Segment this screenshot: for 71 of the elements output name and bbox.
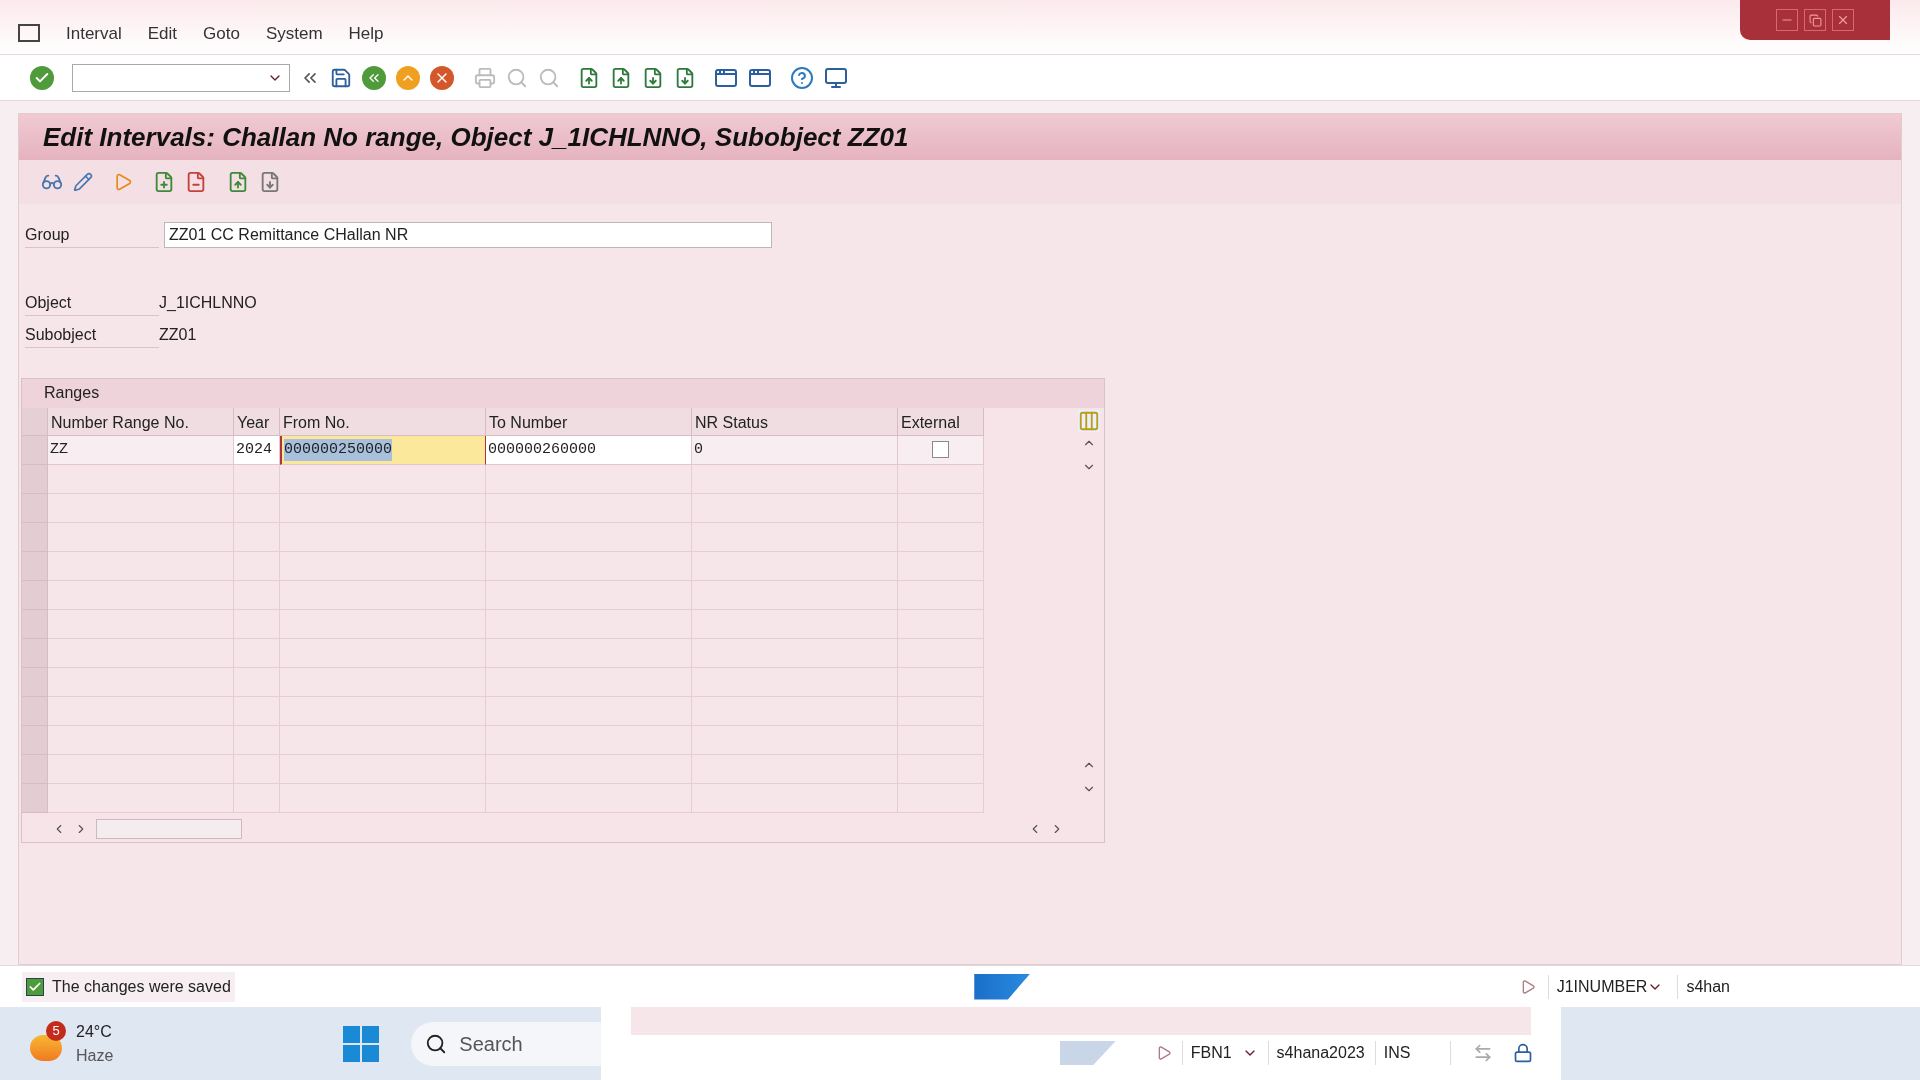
transfer-icon[interactable] xyxy=(113,172,133,192)
menu-item[interactable]: Help xyxy=(348,20,384,46)
transaction-code[interactable]: FBN1 xyxy=(1181,1041,1232,1065)
field-value: J_1ICHLNNO xyxy=(159,293,257,313)
column-header[interactable]: To Number xyxy=(486,407,692,436)
cancel-icon[interactable] xyxy=(430,65,454,90)
page-title: Edit Intervals: Challan No range, Object J_1ICHLNNO, Subobject ZZ01 xyxy=(43,120,909,154)
field-value: ZZ01 xyxy=(159,325,197,345)
system-name: s4hana2023 xyxy=(1267,1041,1365,1065)
column-header[interactable]: From No. xyxy=(280,407,486,436)
table-cell: 0 xyxy=(692,435,898,465)
logo-icon xyxy=(1059,1041,1116,1065)
menu-item[interactable]: Goto xyxy=(203,20,240,46)
search-icon xyxy=(425,1032,448,1055)
close-button[interactable] xyxy=(1832,9,1854,31)
close-icon xyxy=(1836,13,1850,27)
next-page-icon[interactable] xyxy=(642,66,664,89)
column-header[interactable]: Year xyxy=(234,407,280,436)
help-icon[interactable] xyxy=(790,65,814,90)
input-mode: INS xyxy=(1374,1041,1452,1065)
field-label: Group xyxy=(25,222,159,248)
weather-condition: Haze xyxy=(76,1045,114,1066)
save-icon[interactable] xyxy=(330,66,352,89)
deselect-all-icon[interactable] xyxy=(259,171,281,193)
command-field[interactable] xyxy=(72,63,290,92)
column-header[interactable]: NR Status xyxy=(692,407,898,436)
table-input-field[interactable]: 000000260000 xyxy=(486,435,692,465)
system-name: s4han xyxy=(1677,974,1730,999)
find-icon[interactable] xyxy=(506,66,528,89)
table-input-field[interactable]: 000000250000 xyxy=(280,435,486,465)
menu-item[interactable]: Edit xyxy=(147,20,178,46)
temperature: 24°C xyxy=(76,1021,113,1042)
weather-icon[interactable] xyxy=(30,1034,62,1061)
column-header[interactable]: Number Range No. xyxy=(48,407,234,436)
success-icon xyxy=(26,977,44,996)
insert-row-icon[interactable] xyxy=(153,171,175,193)
transaction-code[interactable]: J1INUMBER xyxy=(1547,974,1648,999)
checkbox[interactable] xyxy=(932,441,949,459)
lock-icon[interactable] xyxy=(1513,1043,1534,1063)
column-settings-icon[interactable] xyxy=(1078,409,1100,432)
confirm-icon[interactable] xyxy=(30,65,54,90)
menu-item[interactable]: Interval xyxy=(66,20,122,46)
print-icon[interactable] xyxy=(474,66,496,89)
menu-item[interactable]: System xyxy=(265,20,323,46)
layout-icon[interactable] xyxy=(824,65,848,90)
status-message: The changes were saved xyxy=(52,976,231,997)
column-header[interactable]: External xyxy=(898,407,984,436)
edit-icon[interactable] xyxy=(73,172,93,192)
scrollbar-thumb[interactable] xyxy=(96,819,242,840)
group-input-field[interactable]: ZZ01 CC Remittance CHallan NR xyxy=(164,222,772,248)
exit-icon[interactable] xyxy=(396,65,420,90)
previous-page-icon[interactable] xyxy=(610,66,632,89)
field-label: Subobject xyxy=(25,322,159,348)
table-cell: ZZ xyxy=(48,435,234,465)
logo-icon xyxy=(974,973,1031,1000)
find-next-icon[interactable] xyxy=(538,66,560,89)
last-page-icon[interactable] xyxy=(674,66,696,89)
select-all-icon[interactable] xyxy=(227,171,249,193)
restore-button[interactable] xyxy=(1804,9,1826,31)
notification-badge: 5 xyxy=(46,1020,66,1041)
back-icon[interactable] xyxy=(362,65,386,90)
menu-icon[interactable] xyxy=(18,24,40,42)
taskbar-search-field[interactable]: Search xyxy=(411,1021,602,1066)
restore-icon xyxy=(1808,13,1822,27)
field-label: Object xyxy=(25,290,159,316)
panel-title: Ranges xyxy=(44,383,100,404)
table-input-field[interactable]: 2024 xyxy=(234,435,280,465)
start-button[interactable] xyxy=(343,1025,380,1062)
minimize-button[interactable] xyxy=(1776,9,1798,31)
first-page-icon[interactable] xyxy=(578,66,600,89)
delete-row-icon[interactable] xyxy=(185,171,207,193)
